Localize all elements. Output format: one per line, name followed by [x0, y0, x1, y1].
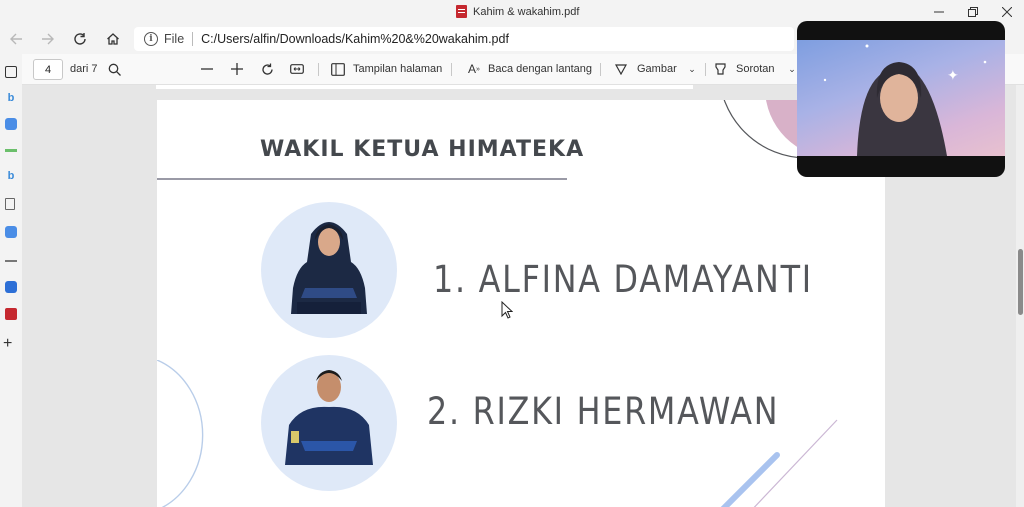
zoom-icon[interactable] [5, 281, 17, 293]
webcam-person-image: ✦ [823, 44, 987, 156]
title-underline [157, 178, 567, 180]
page-view-icon [331, 62, 345, 76]
window-title-text: Kahim & wakahim.pdf [473, 5, 580, 18]
member-name-2: 2. RIZKI HERMAWAN [427, 390, 780, 433]
chevron-down-icon[interactable]: ⌄ [683, 60, 701, 78]
toolbar-separator [451, 63, 452, 76]
member-name-1: 1. ALFINA DAMAYANTI [433, 258, 813, 301]
zoom-icon[interactable] [5, 226, 17, 238]
close-button[interactable] [990, 2, 1024, 22]
minimize-icon [934, 11, 944, 13]
draw-label[interactable]: Gambar [637, 63, 677, 75]
page-view-button[interactable] [329, 60, 347, 78]
person-photo-icon [285, 370, 373, 465]
mouse-cursor-icon [501, 301, 513, 319]
forward-button[interactable] [36, 28, 60, 50]
draw-icon [615, 64, 627, 75]
pdf-file-icon [456, 5, 467, 18]
pdf-page: WAKIL KETUA HIMATEKA 1. ALFINA DAMAYANTI [157, 100, 885, 507]
read-aloud-label[interactable]: Baca dengan lantang [488, 63, 592, 75]
url-path: C:/Users/alfin/Downloads/Kahim%20&%20wak… [201, 32, 509, 46]
vertical-scrollbar[interactable] [1016, 85, 1024, 507]
previous-page-edge [156, 85, 693, 89]
back-arrow-icon [10, 33, 22, 45]
rotate-button[interactable] [258, 60, 276, 78]
tab-actions-icon[interactable] [5, 66, 17, 78]
toolbar-separator [600, 63, 601, 76]
highlight-button[interactable] [711, 60, 729, 78]
refresh-icon [74, 33, 86, 45]
edge-sidebar: b b + [0, 54, 22, 507]
restore-icon [968, 7, 978, 17]
forward-arrow-icon [42, 33, 54, 45]
url-scheme: File [164, 32, 185, 46]
window-title: Kahim & wakahim.pdf [456, 5, 579, 18]
zoom-out-button[interactable] [198, 60, 216, 78]
person-photo-icon [291, 222, 367, 314]
webcam-overlay[interactable]: ✦ [797, 21, 1005, 177]
highlighter-icon [714, 62, 726, 75]
toolbar-separator [318, 63, 319, 76]
minimize-button[interactable] [922, 2, 956, 22]
search-button[interactable] [105, 60, 123, 78]
zoom-icon[interactable] [5, 118, 17, 130]
page-view-label[interactable]: Tampilan halaman [353, 63, 442, 75]
plus-icon [231, 63, 243, 75]
back-button[interactable] [4, 28, 28, 50]
webcam-video: ✦ [797, 40, 1005, 156]
fit-page-button[interactable] [288, 60, 306, 78]
fit-page-icon [290, 64, 304, 74]
refresh-button[interactable] [68, 28, 92, 50]
page-total: dari 7 [70, 63, 98, 75]
info-icon[interactable]: i [144, 32, 158, 46]
svg-text:✦: ✦ [947, 68, 959, 84]
zoom-in-button[interactable] [228, 60, 246, 78]
slide-title: WAKIL KETUA HIMATEKA [260, 137, 585, 162]
url-separator [192, 32, 194, 46]
restore-button[interactable] [956, 2, 990, 22]
home-icon [107, 33, 119, 45]
page-number-input[interactable]: 4 [33, 59, 63, 80]
bing-icon[interactable]: b [5, 92, 17, 104]
decorative-arc [157, 360, 204, 507]
app-icon[interactable] [5, 144, 17, 152]
close-icon [1002, 7, 1012, 17]
bing-icon[interactable]: b [5, 170, 17, 182]
home-button[interactable] [101, 28, 125, 50]
draw-button[interactable] [612, 60, 630, 78]
scrollbar-thumb[interactable] [1018, 249, 1023, 315]
add-icon[interactable]: + [3, 335, 12, 353]
member-photo-1 [261, 202, 397, 338]
rotate-icon [261, 63, 273, 75]
url-field[interactable]: i File C:/Users/alfin/Downloads/Kahim%20… [134, 27, 794, 51]
minus-icon [201, 68, 213, 70]
page-icon[interactable] [5, 198, 15, 210]
search-icon [108, 63, 121, 76]
member-photo-2 [261, 355, 397, 491]
read-aloud-icon[interactable]: A» [465, 60, 483, 78]
highlight-label[interactable]: Sorotan [736, 63, 775, 75]
app-icon[interactable] [5, 254, 17, 262]
pdf-icon[interactable] [5, 308, 17, 320]
toolbar-separator [705, 63, 706, 76]
